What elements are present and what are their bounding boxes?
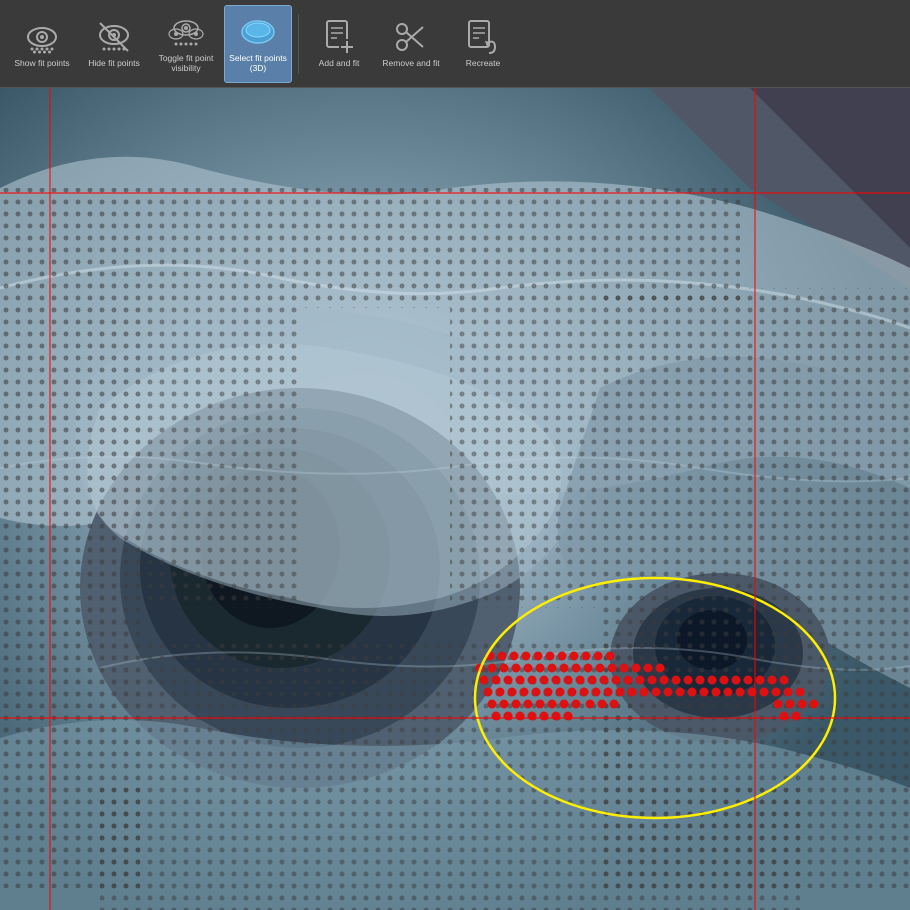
remove-and-fit-label: Remove and fit bbox=[382, 58, 439, 68]
remove-and-fit-icon bbox=[393, 19, 429, 55]
hide-fit-points-icon bbox=[96, 19, 132, 55]
toggle-fit-point-visibility-label: Toggle fit point visibility bbox=[155, 53, 217, 73]
toggle-fit-point-visibility-button[interactable]: Toggle fit point visibility bbox=[152, 5, 220, 83]
show-fit-points-label: Show fit points bbox=[14, 58, 69, 68]
show-fit-points-icon bbox=[24, 19, 60, 55]
add-and-fit-button[interactable]: Add and fit bbox=[305, 5, 373, 83]
viewport[interactable] bbox=[0, 88, 910, 910]
hide-fit-points-button[interactable]: Hide fit points bbox=[80, 5, 148, 83]
toggle-fit-point-visibility-icon bbox=[168, 14, 204, 50]
select-fit-points-3d-label: Select fit points (3D) bbox=[227, 53, 289, 73]
add-and-fit-icon bbox=[321, 19, 357, 55]
hide-fit-points-label: Hide fit points bbox=[88, 58, 140, 68]
add-and-fit-label: Add and fit bbox=[319, 58, 360, 68]
select-fit-points-3d-icon bbox=[240, 14, 276, 50]
3d-surface bbox=[0, 88, 910, 910]
toolbar-separator bbox=[298, 14, 299, 74]
remove-and-fit-button[interactable]: Remove and fit bbox=[377, 5, 445, 83]
recreate-label: Recreate bbox=[466, 58, 501, 68]
show-fit-points-button[interactable]: Show fit points bbox=[8, 5, 76, 83]
recreate-icon bbox=[465, 19, 501, 55]
recreate-button[interactable]: Recreate bbox=[449, 5, 517, 83]
select-fit-points-3d-button[interactable]: Select fit points (3D) bbox=[224, 5, 292, 83]
toolbar: Show fit points Hide fit points bbox=[0, 0, 910, 88]
